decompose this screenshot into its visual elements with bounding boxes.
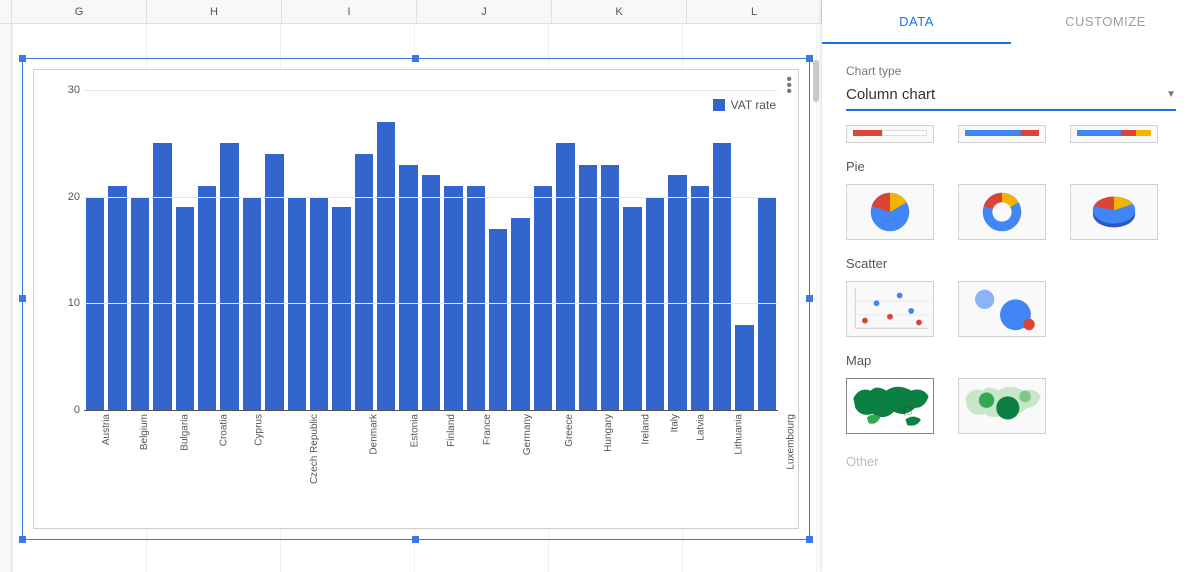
- row-header-spacer: [0, 0, 12, 23]
- tab-customize[interactable]: CUSTOMIZE: [1011, 0, 1200, 44]
- y-tick-label: 0: [74, 404, 80, 416]
- chart-bar[interactable]: [556, 143, 574, 410]
- chart-thumb-stacked-3[interactable]: [1070, 125, 1158, 143]
- x-tick-label: Estonia: [393, 410, 426, 520]
- chart-bar[interactable]: [489, 229, 507, 410]
- column-header[interactable]: K: [552, 0, 687, 23]
- chart-thumb-stacked-2[interactable]: [958, 125, 1046, 143]
- x-tick-label: Italy: [660, 410, 678, 520]
- resize-handle-top-left[interactable]: [19, 55, 26, 62]
- chart-editor-panel: DATA CUSTOMIZE Chart type Column chart ▼…: [822, 0, 1200, 572]
- x-tick-label: Luxembourg: [758, 410, 814, 520]
- resize-handle-top-middle[interactable]: [412, 55, 419, 62]
- x-axis-labels: AustriaBelgiumBulgariaCroatiaCyprusCzech…: [84, 410, 778, 520]
- chart-bars: [84, 90, 778, 410]
- section-pie: Pie: [846, 159, 1176, 174]
- x-tick-label: Hungary: [584, 410, 622, 520]
- chart-menu-button[interactable]: •••: [786, 78, 792, 96]
- column-header[interactable]: G: [12, 0, 147, 23]
- chart-plot-area: 0102030: [84, 90, 778, 410]
- chart-thumb-pie-3d[interactable]: [1070, 184, 1158, 240]
- x-tick-label: Czech Republic: [274, 410, 344, 520]
- chart-bar[interactable]: [176, 207, 194, 410]
- x-tick-label: Germany: [502, 410, 543, 520]
- panel-tabs: DATA CUSTOMIZE: [822, 0, 1200, 44]
- resize-handle-bottom-left[interactable]: [19, 536, 26, 543]
- x-tick-label: Finland: [430, 410, 463, 520]
- chart-bar[interactable]: [668, 175, 686, 410]
- chart-bar[interactable]: [265, 154, 283, 410]
- chart-thumb-donut[interactable]: [958, 184, 1046, 240]
- chart-thumb-pie[interactable]: [846, 184, 934, 240]
- chart-bar[interactable]: [623, 207, 641, 410]
- chart-bar[interactable]: [198, 186, 216, 410]
- y-axis: 0102030: [52, 90, 82, 410]
- x-tick-label: Croatia: [202, 410, 234, 520]
- section-scatter: Scatter: [846, 256, 1176, 271]
- column-header[interactable]: I: [282, 0, 417, 23]
- chart-bar[interactable]: [444, 186, 462, 410]
- x-tick-label: Bulgaria: [161, 410, 198, 520]
- x-tick-label: Belgium: [121, 410, 157, 520]
- column-header[interactable]: H: [147, 0, 282, 23]
- column-headers: GHIJKL: [0, 0, 822, 24]
- chart-bar[interactable]: [467, 186, 485, 410]
- resize-handle-top-right[interactable]: [806, 55, 813, 62]
- chart-thumb-stacked-1[interactable]: [846, 125, 934, 143]
- embedded-chart[interactable]: ••• VAT rate 0102030 AustriaBelgiumBulga…: [33, 69, 799, 529]
- tab-data[interactable]: DATA: [822, 0, 1011, 44]
- chart-bar[interactable]: [220, 143, 238, 410]
- row-gutter: [0, 24, 12, 572]
- x-tick-label: Greece: [547, 410, 580, 520]
- gridline: [84, 197, 778, 198]
- resize-handle-bottom-right[interactable]: [806, 536, 813, 543]
- chart-bar[interactable]: [153, 143, 171, 410]
- chart-type-value: Column chart: [846, 86, 935, 103]
- x-tick-label: Lithuania: [713, 410, 754, 520]
- chart-type-label: Chart type: [846, 64, 1176, 78]
- chart-bar[interactable]: [377, 122, 395, 410]
- chart-bar[interactable]: [691, 186, 709, 410]
- chart-type-select[interactable]: Column chart ▼: [846, 86, 1176, 111]
- x-tick-label: Latvia: [682, 410, 709, 520]
- chart-thumb-bubble[interactable]: [958, 281, 1046, 337]
- chart-thumb-geo[interactable]: ☜ Geo chart: [846, 378, 934, 434]
- chart-bar[interactable]: [332, 207, 350, 410]
- chart-selection[interactable]: ••• VAT rate 0102030 AustriaBelgiumBulga…: [22, 58, 810, 540]
- scrollbar-thumb[interactable]: [813, 60, 819, 102]
- column-header[interactable]: J: [417, 0, 552, 23]
- gridline: [84, 90, 778, 91]
- resize-handle-bottom-middle[interactable]: [412, 536, 419, 543]
- resize-handle-middle-right[interactable]: [806, 295, 813, 302]
- chart-bar[interactable]: [422, 175, 440, 410]
- section-map: Map: [846, 353, 1176, 368]
- y-tick-label: 10: [68, 297, 80, 309]
- chart-bar[interactable]: [511, 218, 529, 410]
- spreadsheet-area: GHIJKL ••• VAT rate 0102030 AustriaBelgi…: [0, 0, 822, 572]
- chart-thumb-scatter[interactable]: [846, 281, 934, 337]
- x-tick-label: France: [467, 410, 498, 520]
- x-tick-label: Cyprus: [238, 410, 270, 520]
- chart-bar[interactable]: [534, 186, 552, 410]
- y-tick-label: 20: [68, 191, 80, 203]
- chart-bar[interactable]: [355, 154, 373, 410]
- x-tick-label: Ireland: [626, 410, 657, 520]
- x-tick-label: Denmark: [348, 410, 389, 520]
- chart-bar[interactable]: [108, 186, 126, 410]
- column-header[interactable]: L: [687, 0, 822, 23]
- section-other: Other: [846, 454, 1176, 469]
- gridline: [84, 303, 778, 304]
- chart-bar[interactable]: [399, 165, 417, 410]
- chart-bar[interactable]: [735, 325, 753, 410]
- chart-bar[interactable]: [579, 165, 597, 410]
- chart-bar[interactable]: [601, 165, 619, 410]
- panel-body: Chart type Column chart ▼ Pie: [822, 44, 1200, 572]
- x-tick-label: Austria: [86, 410, 117, 520]
- y-tick-label: 30: [68, 84, 80, 96]
- chart-bar[interactable]: [713, 143, 731, 410]
- chart-thumb-geo-markers[interactable]: [958, 378, 1046, 434]
- resize-handle-middle-left[interactable]: [19, 295, 26, 302]
- chevron-down-icon: ▼: [1166, 89, 1176, 100]
